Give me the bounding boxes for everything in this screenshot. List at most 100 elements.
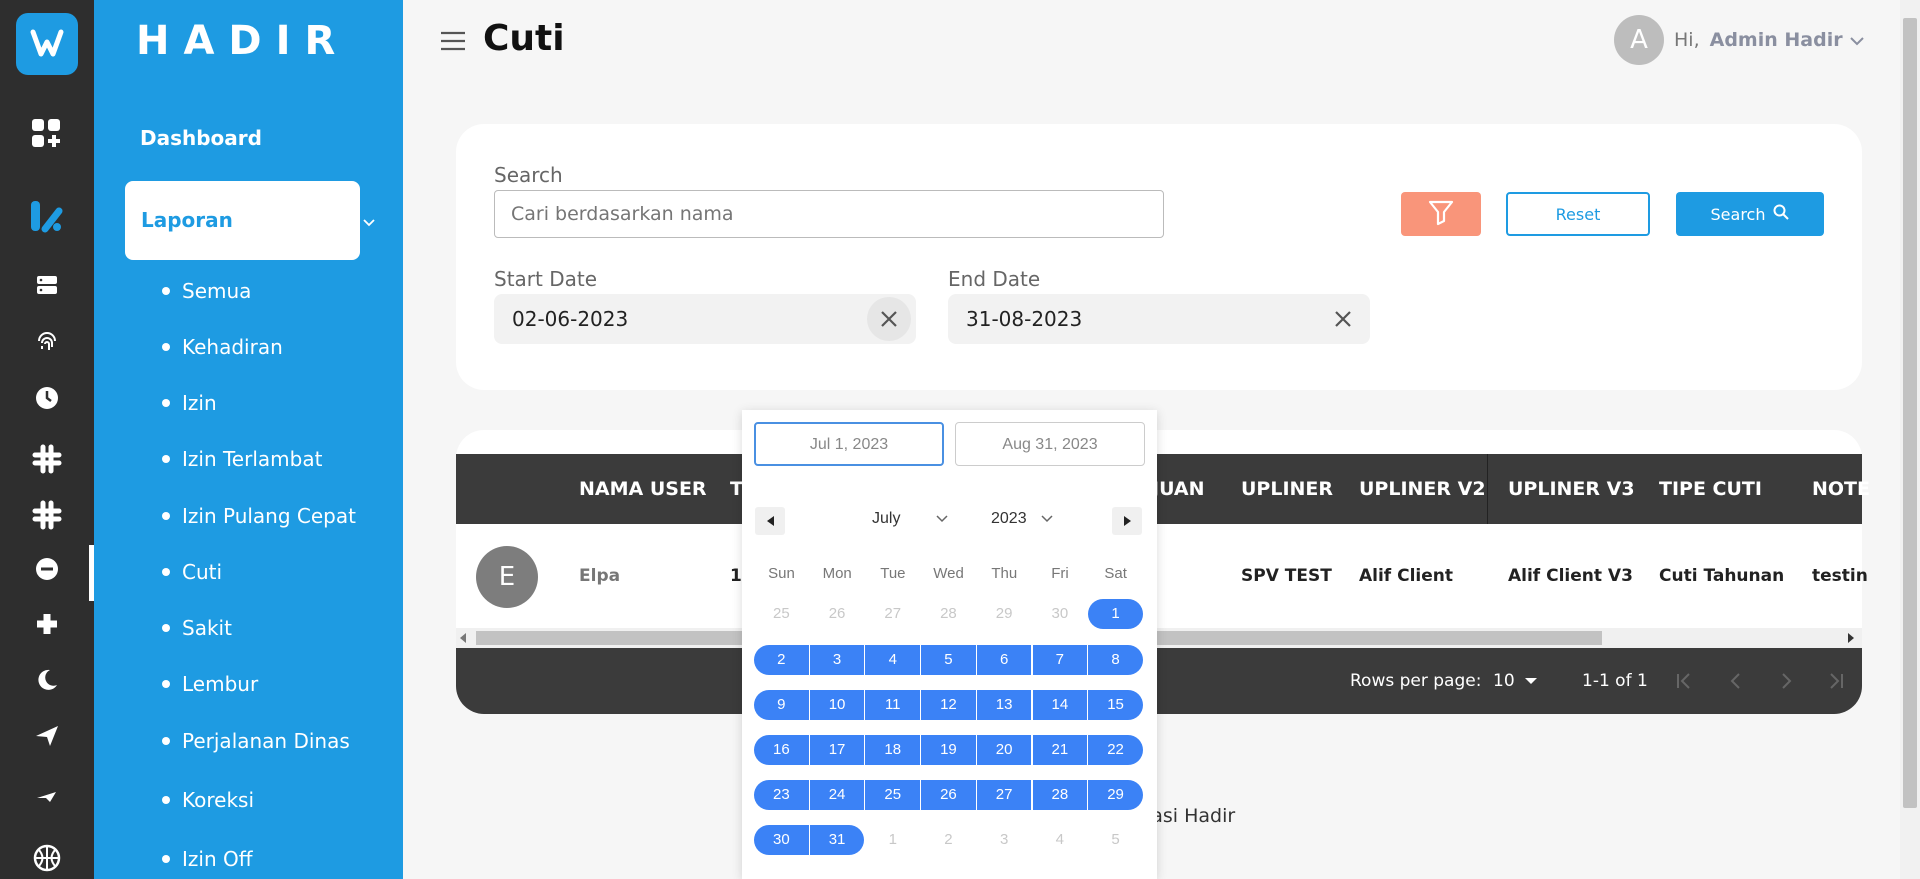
column-header[interactable]: NOTE — [1812, 478, 1870, 500]
app-logo[interactable] — [16, 13, 78, 75]
column-header[interactable]: TIPE CUTI — [1659, 478, 1762, 500]
calendar-day-outside[interactable]: 4 — [1033, 825, 1088, 855]
next-month-button[interactable] — [1112, 507, 1142, 535]
scroll-right-icon[interactable] — [1848, 633, 1854, 643]
first-page-icon[interactable] — [1674, 671, 1694, 695]
user-menu[interactable]: A Hi, Admin Hadir — [1614, 15, 1865, 65]
calendar-day-selected[interactable]: 16 — [754, 735, 809, 765]
sidebar-item-laporan[interactable]: Laporan — [125, 181, 360, 260]
calendar-day-selected[interactable]: 27 — [976, 780, 1032, 810]
calendar-day-selected[interactable]: 21 — [1032, 735, 1088, 765]
sidebar-item-izin-terlambat[interactable]: Izin Terlambat — [162, 447, 322, 471]
basketball-icon[interactable] — [0, 838, 94, 878]
clear-end-date-icon[interactable] — [1321, 297, 1365, 341]
plane-landing-icon[interactable] — [0, 776, 94, 816]
calendar-day-selected[interactable]: 11 — [865, 690, 921, 720]
moon-icon[interactable] — [0, 660, 94, 700]
slack-icon[interactable] — [0, 439, 94, 479]
scrollbar-thumb[interactable] — [1903, 18, 1917, 808]
server-icon[interactable] — [0, 265, 94, 305]
column-header[interactable]: UPLINER — [1241, 478, 1333, 500]
vertical-scrollbar[interactable] — [1900, 0, 1920, 879]
column-header[interactable]: JUAN — [1152, 478, 1205, 500]
calendar-day-selected[interactable]: 10 — [809, 690, 865, 720]
menu-icon[interactable] — [440, 31, 466, 55]
calendar-day-selected[interactable]: 29 — [1088, 780, 1143, 810]
calendar-day-selected[interactable]: 23 — [754, 780, 809, 810]
sidebar-item-izin-pulang-cepat[interactable]: Izin Pulang Cepat — [162, 504, 356, 528]
calendar-day-outside[interactable]: 30 — [1033, 599, 1088, 629]
calendar-day-outside[interactable]: 27 — [865, 599, 920, 629]
end-date-field[interactable]: 31-08-2023 — [948, 294, 1370, 344]
calendar-day-selected[interactable]: 25 — [865, 780, 921, 810]
clock-icon[interactable] — [0, 378, 94, 418]
calendar-day-selected[interactable]: 19 — [921, 735, 976, 765]
calendar-day-outside[interactable]: 28 — [921, 599, 976, 629]
calendar-day-selected[interactable]: 7 — [1032, 645, 1088, 675]
calendar-day-selected[interactable]: 4 — [865, 645, 921, 675]
calendar-day-selected[interactable]: 24 — [809, 780, 865, 810]
sidebar-item-kehadiran[interactable]: Kehadiran — [162, 335, 283, 359]
sidebar-item-izin[interactable]: Izin — [162, 391, 217, 415]
calendar-day-selected[interactable]: 13 — [976, 690, 1032, 720]
calendar-day-selected[interactable]: 22 — [1088, 735, 1143, 765]
column-header[interactable]: NAMA USER — [579, 478, 707, 500]
fingerprint-icon[interactable] — [0, 322, 94, 362]
column-header[interactable]: UPLINER V3 — [1508, 478, 1635, 500]
calendar-day-outside[interactable]: 5 — [1088, 825, 1143, 855]
calendar-day-outside[interactable]: 3 — [977, 825, 1032, 855]
range-end-input[interactable]: Aug 31, 2023 — [955, 422, 1145, 466]
start-date-field[interactable]: 02-06-2023 — [494, 294, 916, 344]
filter-button[interactable] — [1401, 192, 1481, 236]
plus-icon[interactable] — [0, 604, 94, 644]
sidebar-item-semua[interactable]: Semua — [162, 279, 251, 303]
calendar-day-selected[interactable]: 26 — [921, 780, 976, 810]
column-header[interactable]: UPLINER V2 — [1359, 478, 1486, 500]
minus-circle-icon[interactable] — [0, 549, 94, 589]
last-page-icon[interactable] — [1826, 671, 1846, 695]
calendar-day-selected[interactable]: 6 — [976, 645, 1032, 675]
calendar-day-selected[interactable]: 14 — [1032, 690, 1088, 720]
app-grid-icon[interactable] — [0, 114, 94, 154]
month-select[interactable]: July — [872, 510, 948, 528]
slack-icon[interactable] — [0, 495, 94, 535]
sidebar-item-perjalanan-dinas[interactable]: Perjalanan Dinas — [162, 729, 350, 753]
rows-per-page-select[interactable]: 10 — [1493, 671, 1537, 691]
prev-page-icon[interactable] — [1726, 671, 1746, 695]
reset-button[interactable]: Reset — [1506, 192, 1650, 236]
next-page-icon[interactable] — [1776, 671, 1796, 695]
search-input[interactable] — [494, 190, 1164, 238]
calendar-day-selected[interactable]: 1 — [1088, 599, 1143, 629]
sidebar-item-koreksi[interactable]: Koreksi — [162, 788, 254, 812]
chevron-down-icon[interactable] — [362, 212, 376, 231]
calendar-day-selected[interactable]: 2 — [754, 645, 809, 675]
calendar-day-outside[interactable]: 26 — [810, 599, 865, 629]
calendar-day-selected[interactable]: 18 — [865, 735, 921, 765]
calendar-day-selected[interactable]: 31 — [809, 825, 865, 855]
calendar-day-selected[interactable]: 28 — [1032, 780, 1088, 810]
range-start-input[interactable]: Jul 1, 2023 — [754, 422, 944, 466]
report-icon[interactable] — [0, 197, 94, 237]
calendar-day-selected[interactable]: 17 — [809, 735, 865, 765]
sidebar-item-izin-off[interactable]: Izin Off — [162, 847, 253, 871]
calendar-day-selected[interactable]: 3 — [809, 645, 865, 675]
calendar-day-outside[interactable]: 1 — [865, 825, 920, 855]
sidebar-item-sakit[interactable]: Sakit — [162, 616, 232, 640]
year-select[interactable]: 2023 — [991, 510, 1053, 528]
sidebar-item-lembur[interactable]: Lembur — [162, 672, 258, 696]
calendar-day-outside[interactable]: 2 — [921, 825, 976, 855]
calendar-day-selected[interactable]: 30 — [754, 825, 809, 855]
calendar-day-outside[interactable]: 25 — [754, 599, 809, 629]
plane-icon[interactable] — [0, 715, 94, 755]
prev-month-button[interactable] — [755, 507, 785, 535]
scroll-left-icon[interactable] — [460, 633, 466, 643]
table-row[interactable]: E Elpa 15 SPV TEST Alif Client Alif Clie… — [456, 524, 1868, 628]
calendar-day-selected[interactable]: 20 — [976, 735, 1032, 765]
sidebar-item-dashboard[interactable]: Dashboard — [140, 126, 262, 150]
calendar-day-selected[interactable]: 8 — [1088, 645, 1143, 675]
horizontal-scrollbar[interactable] — [456, 628, 1862, 648]
calendar-day-selected[interactable]: 12 — [921, 690, 976, 720]
calendar-day-selected[interactable]: 5 — [921, 645, 976, 675]
calendar-day-outside[interactable]: 29 — [977, 599, 1032, 629]
sidebar-item-cuti[interactable]: Cuti — [162, 560, 222, 584]
